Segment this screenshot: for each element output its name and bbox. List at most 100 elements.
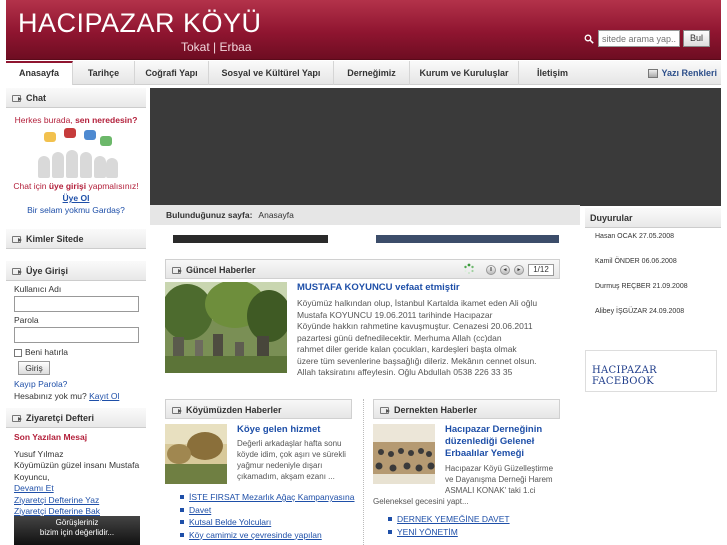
village-news-links: İSTE FIRSAT Mezarlık Ağaç Kampanyasına D… [179, 491, 359, 541]
arrow-icon [12, 268, 22, 276]
current-news-title: Güncel Haberler [186, 265, 256, 275]
news-line: köyde idim, çok aşırı ve sürekli [237, 450, 346, 459]
site-title[interactable]: HACIPAZAR KÖYÜ [18, 8, 262, 39]
password-label: Parola [14, 315, 39, 325]
theme-switcher[interactable]: Yazı Renkleri [648, 61, 717, 85]
chat-title: Chat [26, 93, 46, 103]
list-item[interactable]: YENİ YÖNETİM [387, 526, 567, 539]
chat-people-image [36, 128, 118, 178]
news-line: Köyümüz halkından olup, İstanbul Kartald… [297, 298, 538, 308]
promo-line2: bizim için değerlidir... [39, 528, 115, 537]
list-item[interactable]: DERNEK YEMEĞİNE DAVET [387, 513, 567, 526]
news-line: üzere tüm sevenlerine başsağlığı dileriz… [297, 355, 537, 366]
search-icon [584, 34, 594, 44]
list-item[interactable]: Kutsal Belde Yolcuları [179, 516, 359, 529]
current-news-headline[interactable]: MUSTAFA KOYUNCU vefaat etmiştir [297, 282, 460, 293]
site-header: HACIPAZAR KÖYÜ Tokat | Erbaa Bul [6, 0, 721, 60]
chat-line1-b: sen neredesin? [75, 115, 138, 125]
hero-slideshow[interactable] [150, 88, 721, 206]
nav-social-culture[interactable]: Sosyal ve Kültürel Yapı [209, 61, 334, 85]
headline-line: Erbaalılar Yemeği [445, 448, 525, 459]
search-button[interactable]: Bul [683, 30, 710, 47]
village-news-header: Köyümüzden Haberler [165, 399, 352, 419]
guestbook-write-link[interactable]: Ziyaretçi Defterine Yaz [14, 495, 146, 507]
announcement-item[interactable]: Hasan OCAK 27.05.2008 [585, 233, 721, 240]
news-line: ASMALI KONAK' taki 1.ci [445, 486, 536, 495]
guestbook-more-link[interactable]: Devamı Et [14, 483, 146, 495]
list-item[interactable]: Davet [179, 504, 359, 517]
association-news-body: Hacıpazar Köyü Güzelleştirme ve Dayanışm… [445, 463, 570, 496]
village-news-photo [165, 424, 227, 484]
news-pager: 1/12 [528, 264, 554, 276]
promo-line1: Görüşleriniz [55, 518, 99, 527]
right-sidebar: Duyurular Hasan OCAK 27.05.2008 Kamil ÖN… [585, 208, 721, 315]
breadcrumb: Bulunduğunuz sayfa: Anasayfa [150, 205, 580, 225]
slide-thumbnail[interactable] [173, 235, 328, 243]
news-line: rahmet diler geride kalan çocukları, kar… [297, 344, 517, 354]
nav-history[interactable]: Tarihçe [73, 61, 135, 85]
facebook-label: HACIPAZAR FACEBOOK [592, 365, 657, 387]
association-news-links: DERNEK YEMEĞİNE DAVET YENİ YÖNETİM [387, 513, 567, 538]
guestbook-author: Yusuf Yılmaz [14, 448, 64, 459]
remember-label: Beni hatırla [25, 347, 68, 357]
palette-icon [648, 69, 659, 79]
chat-register-link[interactable]: Üye Ol [8, 192, 144, 204]
main-nav: Anasayfa Tarihçe Coğrafi Yapı Sosyal ve … [6, 61, 721, 85]
news-line: ve Dayanışma Derneği Harem [445, 475, 553, 484]
announcement-item[interactable]: Kamil ÖNDER 06.06.2008 [585, 258, 721, 265]
cemetery-photo [165, 282, 287, 373]
remember-checkbox[interactable] [14, 348, 22, 357]
village-news-body: Değerli arkadaşlar hafta sonu köyde idim… [237, 438, 355, 482]
news-line: yağmur nedeniyle dışarı [237, 461, 323, 470]
chat-line2-c: yapmalısınız! [86, 181, 139, 191]
chat-box: Herkes burada, sen neredesin? Chat için … [6, 108, 146, 220]
association-news-headline[interactable]: Hacıpazar Derneğinin düzenlediği Geleneł… [445, 424, 542, 460]
headline-line: düzenlediği Geleneł [445, 436, 535, 447]
register-link[interactable]: Kayıt Ol [89, 391, 119, 401]
news-line: Değerli arkadaşlar hafta sonu [237, 439, 342, 448]
forgot-password-link[interactable]: Kayıp Parola? [14, 378, 146, 390]
username-label: Kullanıcı Adı [14, 284, 62, 294]
association-dinner-photo [373, 424, 435, 484]
guestbook-message-line1: Köyümüzün güzel insanı Mustafa [14, 460, 140, 470]
left-sidebar: Chat Herkes burada, sen neredesin? Chat … [6, 88, 146, 518]
nav-institutions[interactable]: Kurum ve Kuruluşlar [410, 61, 519, 85]
arrow-icon [12, 95, 22, 103]
nav-contact[interactable]: İletişim [519, 61, 586, 85]
arrow-icon [172, 407, 182, 415]
slide-thumbnail[interactable] [376, 235, 559, 243]
list-item[interactable]: İSTE FIRSAT Mezarlık Ağaç Kampanyasına [179, 491, 359, 504]
search-input[interactable] [598, 30, 680, 47]
nav-home[interactable]: Anasayfa [6, 61, 73, 85]
breadcrumb-label: Bulunduğunuz sayfa: [166, 210, 253, 220]
pause-button[interactable]: II [486, 265, 496, 275]
announcements-header: Duyurular [585, 208, 721, 228]
username-field[interactable] [14, 296, 139, 312]
guestbook-message-line2: Koyuncu, [14, 471, 50, 482]
next-button[interactable]: ► [514, 265, 524, 275]
chat-header: Chat [6, 88, 146, 108]
guestbook-promo-banner[interactable]: Görüşleriniz bizim için değerlidir... [14, 516, 140, 545]
nav-association[interactable]: Derneğimiz [334, 61, 410, 85]
password-field[interactable] [14, 327, 139, 343]
facebook-banner[interactable]: HACIPAZAR FACEBOOK [585, 350, 717, 392]
arrow-icon [172, 267, 182, 275]
breadcrumb-current: Anasayfa [258, 210, 294, 220]
news-line: Köyünde hakkın rahmetine kavuşmuştur. Ce… [297, 321, 533, 331]
nav-geography[interactable]: Coğrafi Yapı [135, 61, 209, 85]
online-header: Kimler Sitede [6, 229, 146, 249]
announcement-item[interactable]: Durmuş REÇBER 21.09.2008 [585, 283, 721, 290]
village-news-title: Köyümüzden Haberler [186, 405, 282, 415]
arrow-icon [12, 236, 22, 244]
chat-login-link[interactable]: üye girişi [49, 181, 86, 191]
guestbook-latest-label: Son Yazılan Mesaj [14, 432, 88, 442]
guestbook-title: Ziyaretçi Defteri [26, 413, 95, 423]
list-item[interactable]: Köy camimiz ve çevresinde yapılan [179, 529, 359, 542]
announcement-item[interactable]: Alibey İŞGÜZAR 24.09.2008 [585, 308, 721, 315]
login-button[interactable]: Giriş [18, 361, 50, 375]
no-account-text: Hesabınız yok mu? [14, 391, 90, 401]
village-news-headline[interactable]: Köye gelen hizmet [237, 424, 320, 435]
arrow-icon [12, 415, 22, 423]
previous-button[interactable]: ◄ [500, 265, 510, 275]
theme-label: Yazı Renkleri [661, 68, 717, 78]
